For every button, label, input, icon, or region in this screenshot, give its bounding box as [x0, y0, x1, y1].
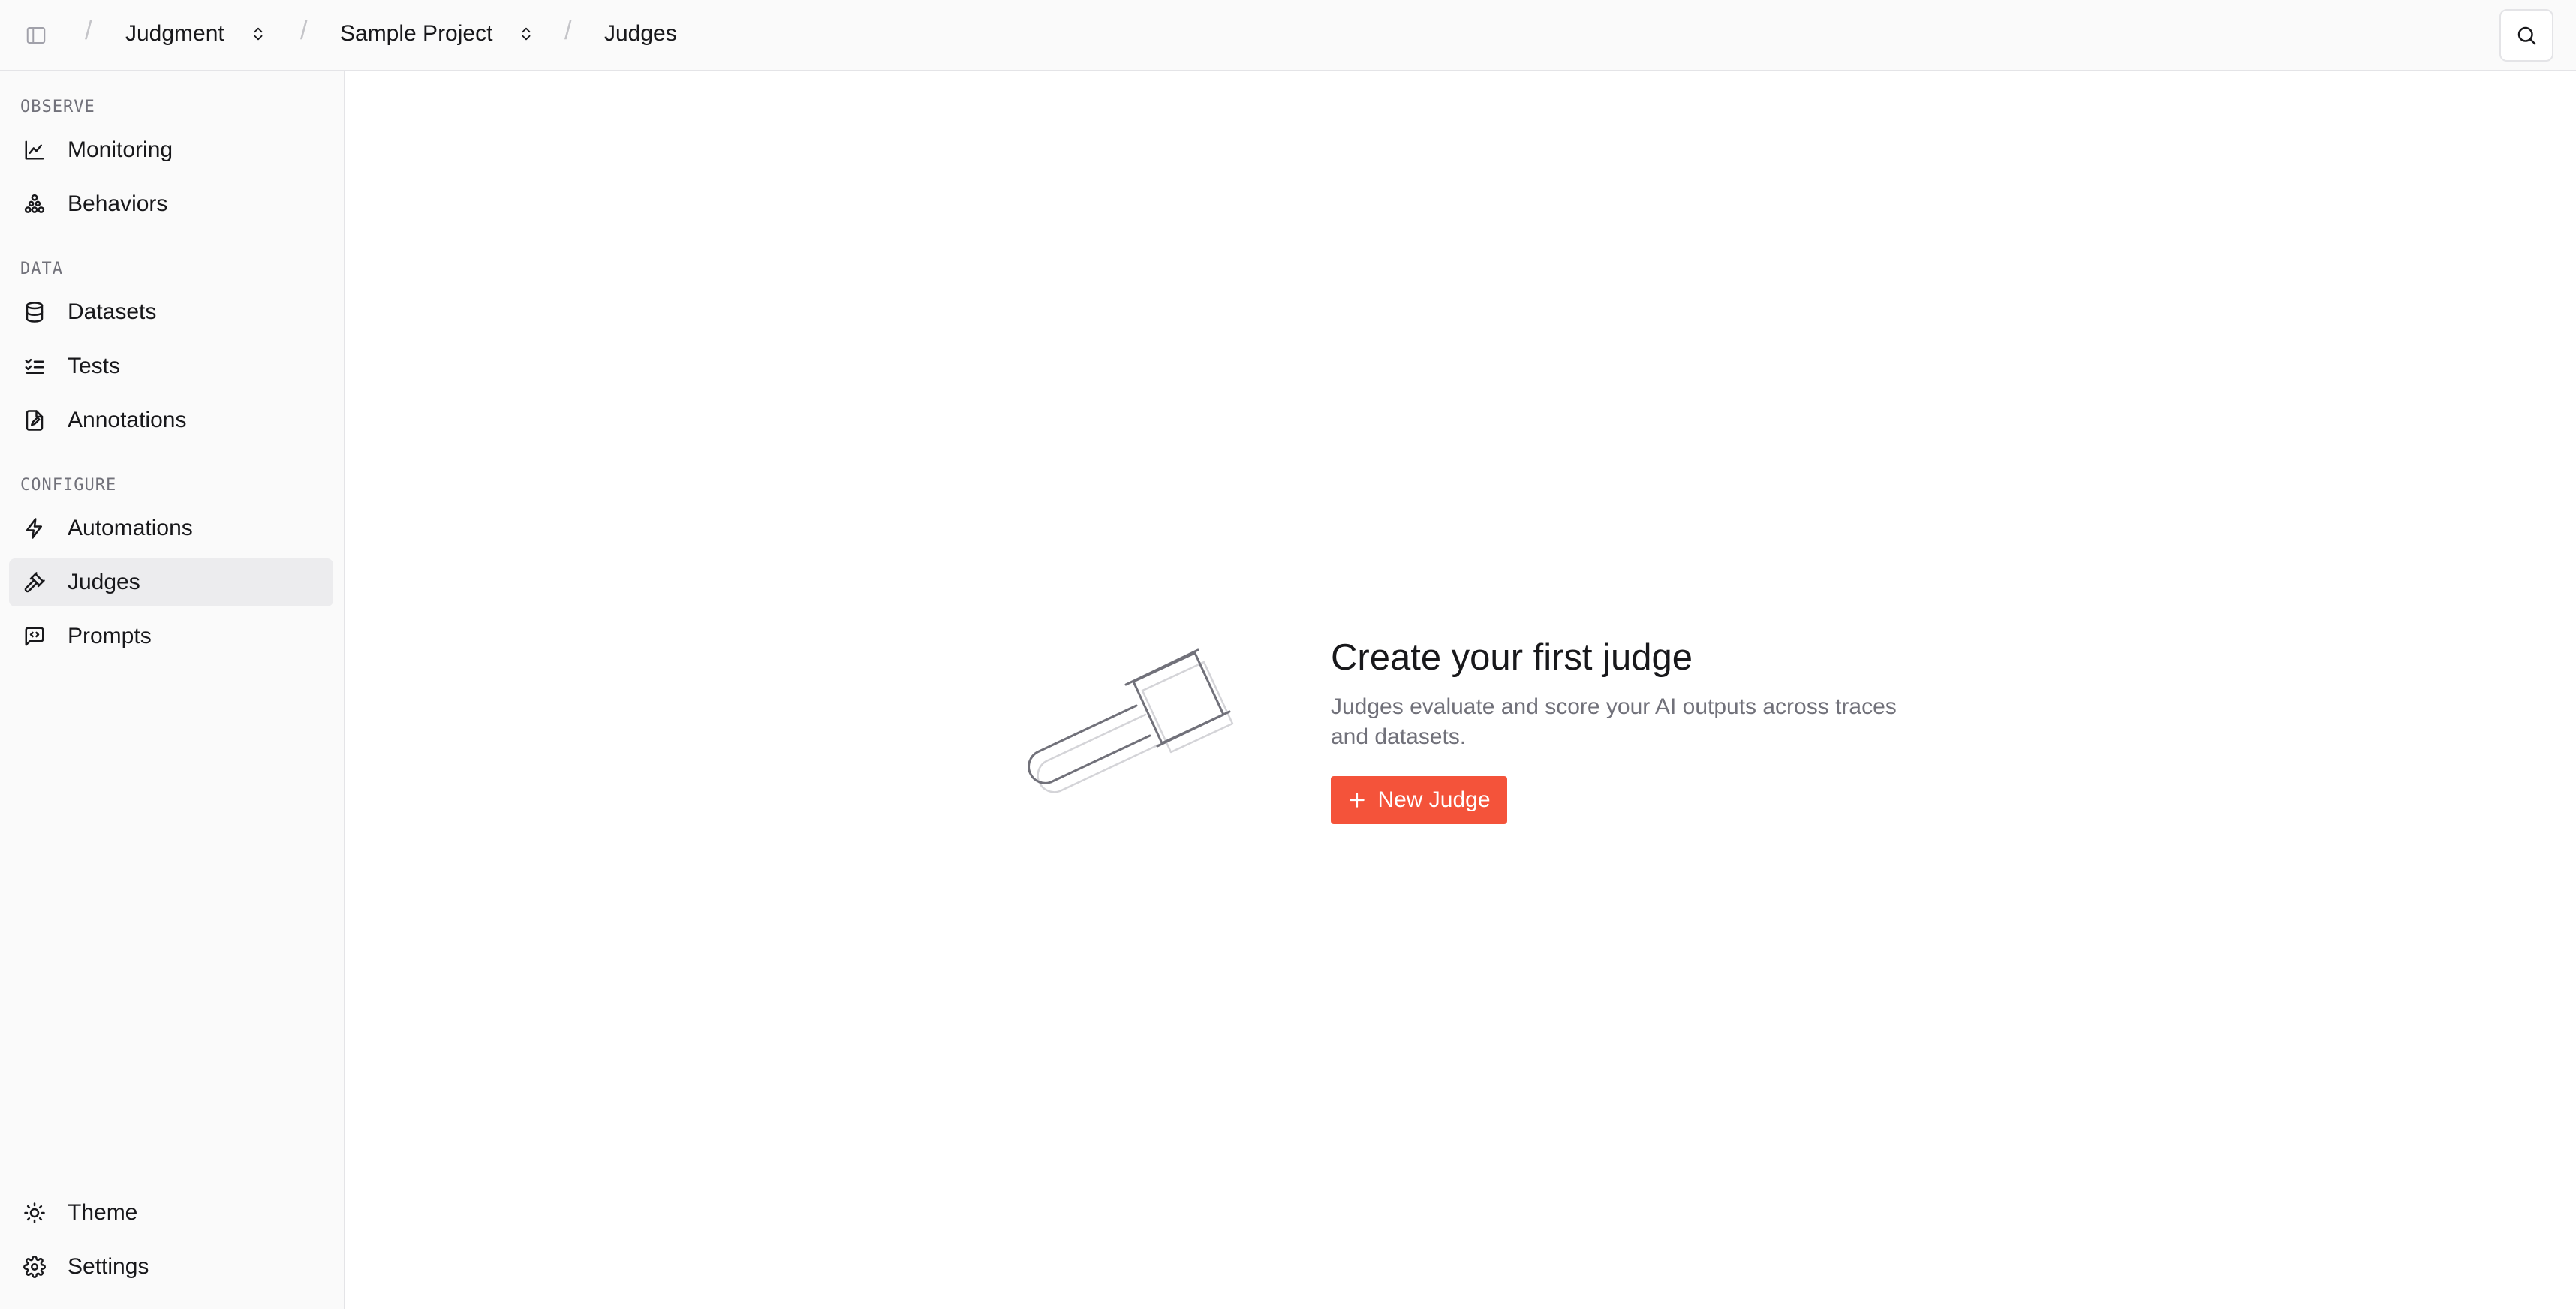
sidebar-item-label: Datasets — [68, 299, 157, 324]
section-label-configure: CONFIGURE — [20, 476, 117, 495]
sidebar-item-settings[interactable]: Settings — [9, 1243, 333, 1291]
zap-icon — [22, 516, 47, 541]
sidebar-item-label: Behaviors — [68, 191, 168, 216]
chevrons-up-down-icon — [250, 24, 266, 44]
sidebar-item-label: Tests — [68, 354, 121, 378]
gavel-icon — [22, 570, 47, 595]
sidebar-item-tests[interactable]: Tests — [9, 342, 333, 390]
empty-state-description: Judges evaluate and score your AI output… — [1331, 694, 1897, 749]
project-name: Sample Project — [340, 21, 493, 46]
sidebar-item-label: Monitoring — [68, 137, 173, 162]
sidebar-item-label: Automations — [68, 516, 193, 540]
section-label-data: DATA — [20, 260, 63, 278]
breadcrumb-separator: / — [300, 17, 308, 45]
gear-icon — [22, 1254, 47, 1280]
file-pen-icon — [22, 408, 47, 433]
checklist-icon — [22, 354, 47, 379]
top-bar: / Judgment / Sample Project / Judges — [0, 0, 2576, 71]
sun-icon — [22, 1200, 47, 1226]
nodes-icon — [22, 191, 47, 217]
breadcrumb-separator: / — [85, 17, 92, 45]
sidebar-item-label: Theme — [68, 1200, 138, 1225]
search-icon — [2517, 26, 2536, 45]
sidebar-item-annotations[interactable]: Annotations — [9, 396, 333, 444]
sidebar-item-label: Annotations — [68, 408, 187, 432]
sidebar-item-prompts[interactable]: Prompts — [9, 612, 333, 661]
org-name: Judgment — [125, 21, 224, 46]
sidebar-item-label: Judges — [68, 570, 140, 594]
empty-state-title: Create your first judge — [1331, 637, 1693, 678]
sidebar-item-label: Settings — [68, 1254, 149, 1279]
new-judge-button-label: New Judge — [1377, 787, 1491, 812]
sidebar-item-judges[interactable]: Judges — [9, 558, 333, 606]
sidebar-item-monitoring[interactable]: Monitoring — [9, 126, 333, 174]
sidebar-item-automations[interactable]: Automations — [9, 504, 333, 552]
search-button[interactable] — [2499, 9, 2553, 62]
sidebar-item-datasets[interactable]: Datasets — [9, 288, 333, 336]
plus-icon — [1347, 790, 1367, 810]
sidebar-item-behaviors[interactable]: Behaviors — [9, 180, 333, 228]
sidebar-item-label: Prompts — [68, 624, 152, 648]
breadcrumb-current-page: Judges — [604, 21, 677, 46]
new-judge-button[interactable]: New Judge — [1331, 776, 1507, 824]
sidebar-toggle-button[interactable] — [23, 23, 50, 48]
sidebar: OBSERVE Monitoring Behaviors DATA Datase… — [0, 71, 345, 1309]
message-code-icon — [22, 624, 47, 649]
project-switcher[interactable]: Sample Project — [340, 21, 534, 47]
sidebar-item-theme[interactable]: Theme — [9, 1189, 333, 1237]
gavel-illustration — [1021, 645, 1268, 822]
section-label-observe: OBSERVE — [20, 98, 95, 116]
org-switcher[interactable]: Judgment — [125, 21, 266, 47]
breadcrumb-separator: / — [564, 17, 572, 45]
database-icon — [22, 299, 47, 325]
chevrons-up-down-icon — [518, 24, 534, 44]
chart-line-icon — [22, 137, 47, 163]
panel-left-icon — [26, 27, 46, 44]
